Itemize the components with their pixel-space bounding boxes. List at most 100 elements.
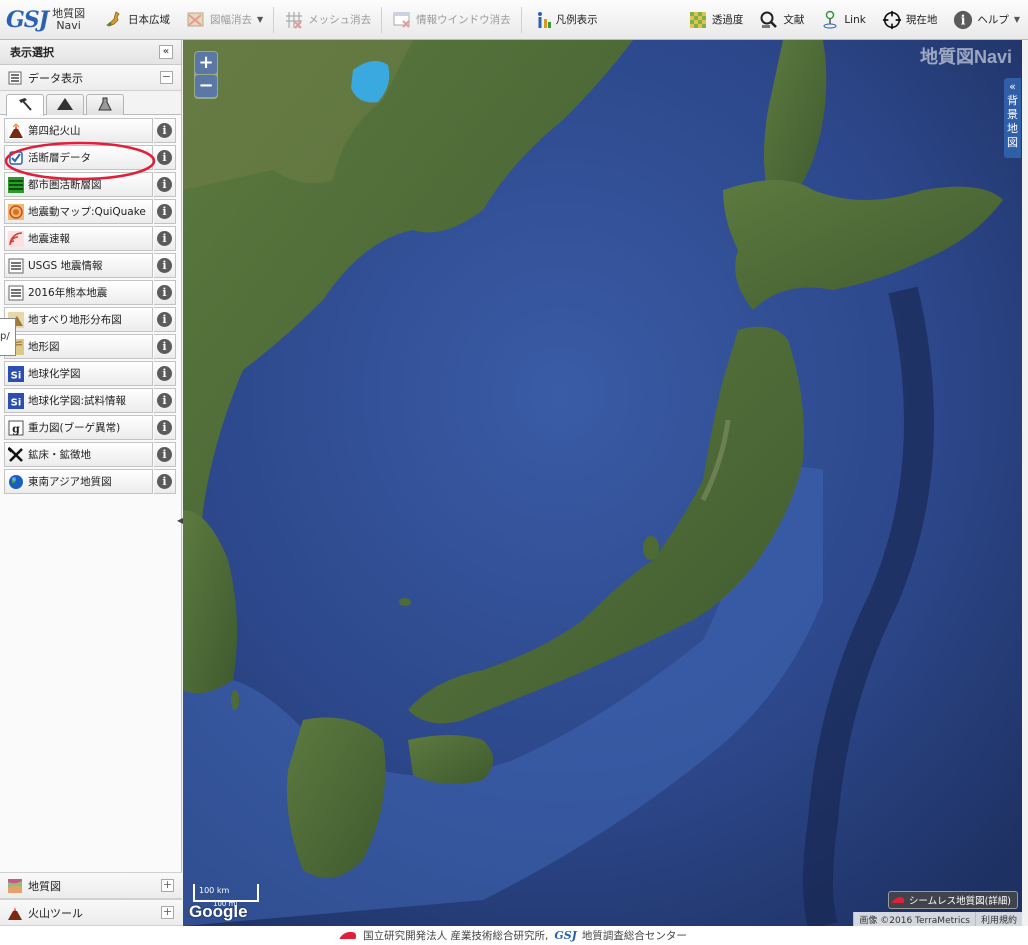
info-icon: i bbox=[157, 366, 172, 381]
toolbar-right-group: 透過度 文献 Link 現在地 i ヘルプ ▼ bbox=[680, 5, 1028, 35]
si-icon: Si bbox=[8, 392, 24, 409]
volcano-tools-section-header[interactable]: 火山ツール + bbox=[0, 899, 182, 926]
shikoku bbox=[408, 735, 493, 784]
layer-label: 重力図(ブーゲ異常) bbox=[28, 422, 121, 434]
layers-icon bbox=[8, 71, 22, 85]
clear-map-dropdown-icon[interactable]: ▼ bbox=[257, 15, 263, 24]
info-icon: i bbox=[157, 393, 172, 408]
legend-button[interactable]: 凡例表示 bbox=[524, 5, 606, 35]
japan-wide-button[interactable]: 日本広域 bbox=[96, 5, 178, 35]
help-button[interactable]: i ヘルプ ▼ bbox=[945, 5, 1028, 35]
svg-text:Si: Si bbox=[11, 397, 22, 408]
sidebar-collapse-button[interactable]: « bbox=[159, 45, 173, 59]
layer-info-button[interactable]: i bbox=[154, 334, 176, 359]
data-display-section-header[interactable]: データ表示 − bbox=[0, 65, 181, 91]
layer-label: 地震速報 bbox=[28, 233, 70, 245]
info-icon: i bbox=[157, 312, 172, 327]
layer-info-button[interactable]: i bbox=[154, 442, 176, 467]
flask-icon bbox=[97, 97, 113, 114]
layer-info-button[interactable]: i bbox=[154, 388, 176, 413]
japan-map-icon bbox=[104, 10, 124, 30]
layer-label: 第四紀火山 bbox=[28, 125, 81, 137]
layer-topographic-map-button[interactable]: 地形図 bbox=[4, 334, 153, 359]
bottom-sections: 地質図 + 火山ツール + bbox=[0, 872, 182, 926]
literature-button[interactable]: 文献 bbox=[751, 5, 812, 35]
help-dropdown-icon[interactable]: ▼ bbox=[1014, 15, 1020, 24]
layer-label: 地震動マップ:QuiQuake bbox=[28, 206, 146, 218]
volcano-tools-label: 火山ツール bbox=[28, 906, 83, 920]
layers-icon bbox=[8, 285, 24, 301]
geology-map-expand-button[interactable]: + bbox=[161, 879, 174, 892]
background-map-char: 景 bbox=[1007, 108, 1018, 121]
layer-label: 2016年熊本地震 bbox=[28, 287, 108, 299]
layer-geochemical-map-button[interactable]: Si 地球化学図 bbox=[4, 361, 153, 386]
clear-info-window-button[interactable]: 情報ウインドウ消去 bbox=[384, 5, 519, 35]
seismic-wave-icon bbox=[8, 230, 24, 247]
transparency-button[interactable]: 透過度 bbox=[680, 5, 752, 35]
current-location-button[interactable]: 現在地 bbox=[874, 5, 946, 35]
layer-info-button[interactable]: i bbox=[154, 361, 176, 386]
list-item: 2016年熊本地震 i bbox=[4, 279, 177, 306]
layer-info-button[interactable]: i bbox=[154, 253, 176, 278]
background-map-char: 図 bbox=[1007, 136, 1018, 149]
svg-text:i: i bbox=[961, 12, 966, 27]
sado-island bbox=[643, 536, 659, 560]
info-icon: i bbox=[157, 123, 172, 138]
layer-info-button[interactable]: i bbox=[154, 307, 176, 332]
map-watermark: 地質図Navi bbox=[919, 47, 1012, 67]
layer-info-button[interactable]: i bbox=[154, 199, 176, 224]
layer-landslide-button[interactable]: 地すべり地形分布図 bbox=[4, 307, 153, 332]
tab-mountain[interactable] bbox=[46, 94, 84, 115]
list-item: Si 地球化学図:試料情報 i bbox=[4, 387, 177, 414]
layer-southeast-asia-button[interactable]: 東南アジア地質図 bbox=[4, 469, 153, 494]
gsj-logo[interactable]: GSJ 地質図 Navi bbox=[0, 0, 96, 40]
magnifier-book-icon bbox=[759, 10, 779, 30]
layer-label: 地形図 bbox=[28, 341, 60, 353]
zoom-out-button[interactable]: − bbox=[195, 75, 217, 97]
info-icon: i bbox=[157, 420, 172, 435]
tsushima bbox=[231, 690, 239, 710]
clear-map-button[interactable]: 図幅消去 ▼ bbox=[178, 5, 271, 35]
layer-label: 鉱床・鉱徴地 bbox=[28, 449, 91, 461]
zoom-in-button[interactable]: + bbox=[195, 52, 217, 74]
layer-kumamoto-2016-button[interactable]: 2016年熊本地震 bbox=[4, 280, 153, 305]
tab-flask[interactable] bbox=[86, 94, 124, 115]
info-icon: i bbox=[157, 474, 172, 489]
link-button[interactable]: Link bbox=[812, 5, 874, 35]
layer-info-button[interactable]: i bbox=[154, 226, 176, 251]
background-map-tab[interactable]: « 背 景 地 図 bbox=[1004, 78, 1021, 158]
toolbar-separator bbox=[273, 6, 275, 33]
geology-map-section-header[interactable]: 地質図 + bbox=[0, 872, 182, 899]
imagery-attribution: 画像 ©2016 TerraMetrics bbox=[853, 912, 975, 926]
clear-mesh-icon bbox=[284, 10, 304, 30]
sidebar-title: 表示選択 bbox=[10, 46, 54, 59]
layer-geochemical-sample-button[interactable]: Si 地球化学図:試料情報 bbox=[4, 388, 153, 413]
aist-logo-icon bbox=[339, 932, 359, 939]
layer-info-button[interactable]: i bbox=[154, 280, 176, 305]
terms-link[interactable]: 利用規約 bbox=[974, 912, 1022, 926]
layer-info-button[interactable]: i bbox=[154, 469, 176, 494]
layer-usgs-button[interactable]: USGS 地震情報 bbox=[4, 253, 153, 278]
data-display-collapse-button[interactable]: − bbox=[160, 71, 173, 84]
clear-mesh-button[interactable]: メッシュ消去 bbox=[276, 5, 379, 35]
link-label: Link bbox=[844, 13, 866, 26]
layer-earthquake-alert-button[interactable]: 地震速報 bbox=[4, 226, 153, 251]
layer-label: USGS 地震情報 bbox=[28, 260, 103, 272]
map-view[interactable]: + − 地質図Navi « 背 景 地 図 100 km 100 mi Goog… bbox=[183, 40, 1022, 926]
seamless-geology-button[interactable]: シームレス地質図(詳細) bbox=[887, 891, 1018, 909]
layer-gravity-map-button[interactable]: g 重力図(ブーゲ異常) bbox=[4, 415, 153, 440]
tab-hammer[interactable] bbox=[6, 94, 44, 116]
layer-mineral-deposits-button[interactable]: 鉱床・鉱徴地 bbox=[4, 442, 153, 467]
link-pin-icon bbox=[820, 10, 840, 30]
info-icon: i bbox=[157, 204, 172, 219]
zoom-control: + − bbox=[194, 51, 218, 99]
data-display-label: データ表示 bbox=[28, 71, 83, 85]
clear-info-window-label: 情報ウインドウ消去 bbox=[416, 14, 511, 26]
gsj-name: 地質調査総合センター bbox=[581, 930, 687, 942]
volcano-tools-expand-button[interactable]: + bbox=[161, 906, 174, 919]
gravity-icon: g bbox=[8, 420, 24, 436]
list-item: g 重力図(ブーゲ異常) i bbox=[4, 414, 177, 441]
si-icon: Si bbox=[8, 365, 24, 382]
layer-info-button[interactable]: i bbox=[154, 415, 176, 440]
layer-quiquake-button[interactable]: 地震動マップ:QuiQuake bbox=[4, 199, 153, 224]
